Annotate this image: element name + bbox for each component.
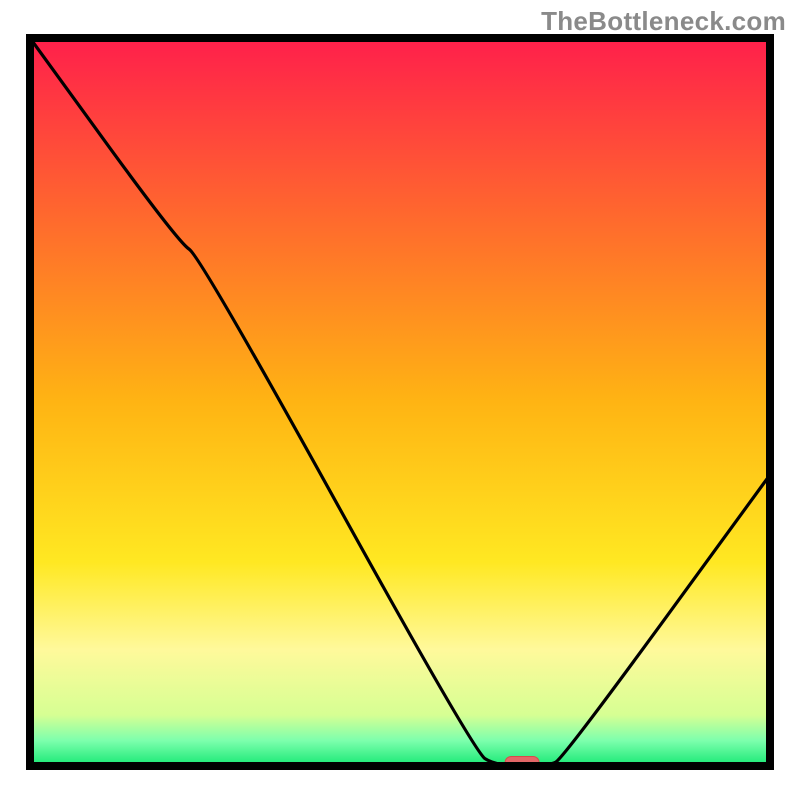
watermark-label: TheBottleneck.com [541, 6, 786, 37]
bottleneck-chart [0, 0, 800, 800]
gradient-background [30, 38, 770, 766]
chart-stage: TheBottleneck.com [0, 0, 800, 800]
